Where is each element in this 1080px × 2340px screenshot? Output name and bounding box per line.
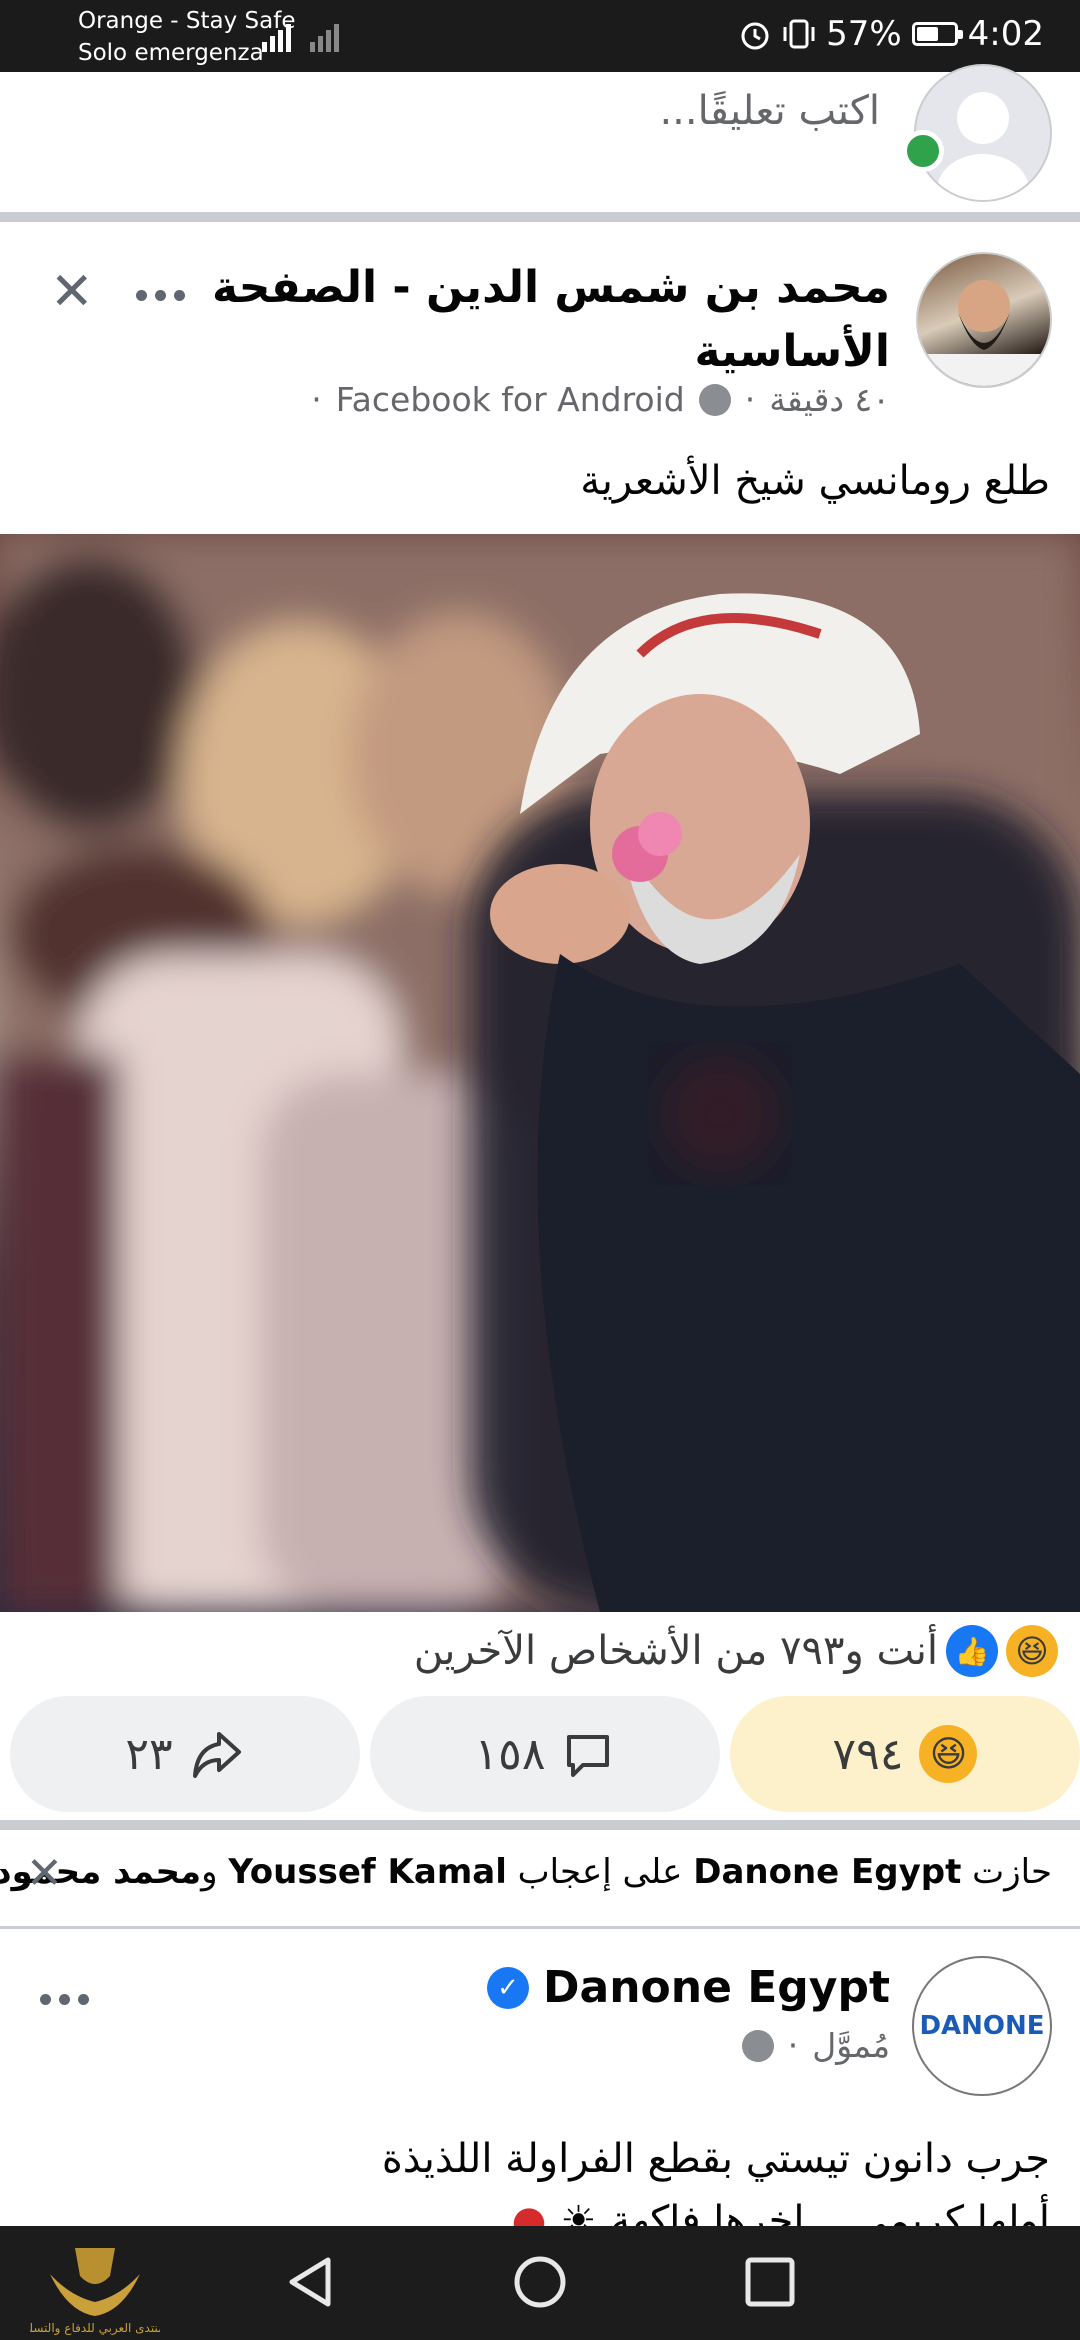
meta-separator: · [787,2026,799,2065]
back-icon[interactable] [282,2254,338,2310]
author-avatar[interactable] [916,252,1052,388]
battery-icon [911,22,963,46]
reaction-summary-text: أنت و٧٩٣ من الأشخاص الآخرين [413,1628,938,1674]
comment-button[interactable]: ١٥٨ [370,1696,720,1812]
friend-like-notice: حازت Danone Egypt على إعجاب Youssef Kama… [0,1834,1080,1926]
close-icon[interactable]: ✕ [26,1852,63,1896]
vibrate-icon [783,19,815,49]
comment-input[interactable]: اكتب تعليقًا... [659,88,880,134]
danone-logo[interactable]: DANONE [912,1956,1052,2096]
notice-friend1[interactable]: Youssef Kamal [228,1852,507,1892]
photo-content [0,534,1080,1612]
post-text: طلع رومانسي شيخ الأشعرية [580,458,1050,504]
more-icon[interactable] [136,290,185,301]
status-indicators: 57% 4:02 [738,14,1044,54]
share-button[interactable]: ٢٣ [10,1696,360,1812]
haha-icon: 😆 [1006,1625,1058,1677]
post-photo[interactable] [0,534,1080,1612]
globe-icon [741,2029,774,2062]
carrier-status: Solo emergenza [78,40,264,66]
verified-icon: ✓ [486,1966,529,2009]
ad-header: Danone Egypt ✓ [486,1962,890,2013]
notice-page[interactable]: Danone Egypt [693,1852,961,1892]
notice-and: و [201,1852,229,1892]
alarm-icon [741,22,769,50]
notice-text: حازت Danone Egypt على إعجاب Youssef Kama… [0,1852,1052,1892]
signal-icon [262,24,339,52]
post-time[interactable]: ٤٠ دقيقة [769,380,890,419]
more-icon[interactable] [40,1994,89,2005]
notice-prefix: حازت [961,1852,1052,1892]
react-button[interactable]: ٧٩٤ 😆 [730,1696,1080,1812]
sponsored-label[interactable]: مُموَّل [812,2026,890,2065]
status-bar: Orange - Stay Safe Solo emergenza 57% 4:… [0,0,1080,72]
author-photo [918,280,1050,386]
battery-fill [916,27,938,41]
recents-icon[interactable] [742,2254,798,2310]
ad-line1: جرب دانون تيستي بقطع الفراولة اللذيذة [381,2136,1050,2182]
battery-percent: 57% [826,14,902,54]
post-meta: ٤٠ دقيقة · Facebook for Android · [311,380,890,419]
person-icon [937,92,1029,200]
reaction-summary[interactable]: 😆 👍 أنت و٧٩٣ من الأشخاص الآخرين [414,1625,1058,1677]
logo-text: DANONE [919,2011,1045,2041]
divider [0,212,1080,222]
ad-page-name[interactable]: Danone Egypt [543,1962,890,2013]
meta-separator: · [311,380,322,419]
notice-middle: على إعجاب [506,1852,694,1892]
clock: 4:02 [967,14,1044,54]
svg-text:المنتدى العربي للدفاع والتسليح: المنتدى العربي للدفاع والتسليح [30,2321,160,2336]
ad-meta: مُموَّل · [741,2026,890,2065]
watermark-logo: المنتدى العربي للدفاع والتسليح [30,2248,160,2336]
online-status-dot [902,130,944,172]
share-icon [192,1732,241,1778]
comment-count: ١٥٨ [474,1728,546,1780]
globe-icon [698,383,731,416]
post-source: Facebook for Android [335,380,685,419]
post-author-name[interactable]: محمد بن شمس الدين - الصفحة الأساسية [170,256,890,384]
divider [0,1820,1080,1830]
reaction-count: ٧٩٤ [832,1728,904,1780]
system-nav-bar: المنتدى العربي للدفاع والتسليح [0,2226,1080,2340]
comment-composer[interactable]: اكتب تعليقًا... [0,64,1080,212]
meta-separator: · [744,380,756,419]
comment-icon [567,1735,610,1777]
close-icon[interactable]: ✕ [50,266,94,318]
share-count: ٢٣ [125,1728,173,1780]
home-icon[interactable] [512,2254,568,2310]
haha-icon: 😆 [919,1725,978,1783]
divider [0,1926,1080,1929]
like-icon: 👍 [946,1625,998,1677]
